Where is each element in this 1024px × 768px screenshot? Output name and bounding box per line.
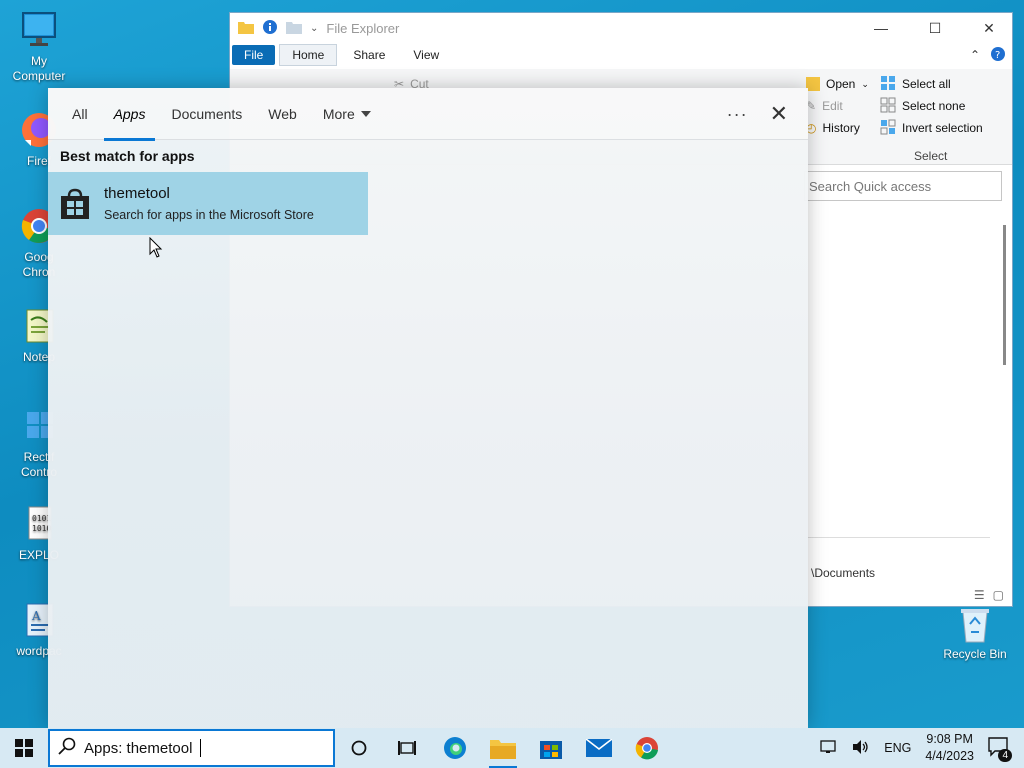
- search-actions: ··· ✕: [727, 88, 788, 140]
- edge-icon: [444, 737, 466, 759]
- chevron-down-icon: [360, 110, 371, 117]
- monitor-icon: [19, 10, 59, 50]
- store-bag-icon: [60, 188, 90, 220]
- qat-dropdown-icon[interactable]: ⌄: [310, 23, 318, 34]
- svg-text:?: ?: [995, 50, 1000, 61]
- open-folder-icon: [806, 77, 820, 91]
- svg-text:A: A: [31, 609, 41, 623]
- taskbar-mail[interactable]: [575, 728, 623, 768]
- notification-count-badge: 4: [998, 748, 1012, 762]
- maximize-button[interactable]: ☐: [912, 13, 958, 43]
- cortana-icon: [351, 740, 367, 756]
- taskbar-search-box[interactable]: Apps: themetool: [48, 729, 335, 767]
- explorer-scrollbar[interactable]: [1003, 225, 1006, 365]
- details-divider: [808, 537, 990, 538]
- mouse-cursor-icon: [149, 236, 163, 262]
- tab-documents[interactable]: Documents: [161, 88, 252, 140]
- desktop-icon-label: My Computer: [12, 54, 66, 83]
- store-icon: [540, 741, 562, 759]
- cortana-button[interactable]: [335, 728, 383, 768]
- close-search-button[interactable]: ✕: [770, 103, 788, 125]
- text-caret: [200, 739, 202, 757]
- recycle-bin-label: Recycle Bin: [943, 647, 1007, 661]
- close-button[interactable]: ✕: [966, 13, 1012, 43]
- notifications-button[interactable]: 4: [988, 736, 1012, 762]
- invert-selection-button[interactable]: Invert selection: [880, 117, 983, 139]
- desktop-icon-my-computer[interactable]: My Computer: [4, 10, 74, 84]
- search-flyout: All Apps Documents Web More ··· ✕ Best m…: [48, 88, 808, 728]
- path-text: \Documents: [811, 566, 876, 580]
- taskbar: Apps: themetool ENG 9:08 PM 4/4/2023 4: [0, 728, 1024, 768]
- network-icon[interactable]: [820, 739, 838, 758]
- best-match-result[interactable]: themetool Search for apps in the Microso…: [48, 172, 368, 235]
- ribbon-collapse-icon[interactable]: ⌃: [970, 48, 980, 62]
- ribbon-tabs: File Home Share View ⌃ ?: [230, 43, 1012, 67]
- tab-share[interactable]: Share: [341, 45, 397, 65]
- tab-home[interactable]: Home: [279, 44, 338, 66]
- tab-more[interactable]: More: [313, 88, 381, 140]
- folder-icon: [238, 20, 254, 37]
- task-view-icon: [398, 741, 416, 755]
- chrome-icon: [635, 737, 658, 760]
- clock[interactable]: 9:08 PM 4/4/2023: [925, 731, 974, 765]
- clock-date: 4/4/2023: [925, 749, 974, 763]
- task-view-button[interactable]: [383, 728, 431, 768]
- properties-icon[interactable]: [262, 19, 278, 38]
- windows-logo-icon: [15, 739, 33, 757]
- volume-icon[interactable]: [852, 739, 870, 758]
- result-title: themetool: [104, 185, 170, 202]
- best-match-heading: Best match for apps: [60, 148, 195, 164]
- window-title: File Explorer: [326, 20, 400, 36]
- help-icon[interactable]: ?: [990, 46, 1006, 65]
- search-query-text: Apps: themetool: [84, 739, 193, 757]
- tab-file[interactable]: File: [232, 45, 276, 65]
- taskbar-edge[interactable]: [431, 728, 479, 768]
- invert-selection-icon: [880, 119, 896, 138]
- history-button[interactable]: ◴ History: [806, 117, 869, 139]
- select-group: Select all Select none Invert selection …: [880, 73, 983, 163]
- start-button[interactable]: [0, 728, 48, 768]
- select-none-button[interactable]: Select none: [880, 95, 983, 117]
- tab-web[interactable]: Web: [258, 88, 307, 140]
- select-all-button[interactable]: Select all: [880, 73, 983, 95]
- result-subtitle: Search for apps in the Microsoft Store: [104, 208, 314, 222]
- taskbar-chrome[interactable]: [623, 728, 671, 768]
- view-toggle-group: ☰ ▢: [974, 588, 1004, 602]
- search-filter-tabs: All Apps Documents Web More ··· ✕: [48, 88, 808, 141]
- more-options-icon[interactable]: ···: [727, 104, 748, 125]
- large-icons-view-icon[interactable]: ▢: [993, 588, 1004, 602]
- quick-access-search-input[interactable]: Search Quick access: [804, 171, 1002, 201]
- edit-button[interactable]: ✎ Edit: [806, 95, 869, 117]
- explorer-title-bar: ⌄ File Explorer — ☐ ✕: [230, 13, 1012, 43]
- clock-time: 9:08 PM: [926, 732, 973, 746]
- taskbar-store[interactable]: [527, 728, 575, 768]
- system-tray: ENG 9:08 PM 4/4/2023 4: [820, 731, 1024, 765]
- file-explorer-icon: [490, 740, 516, 759]
- minimize-button[interactable]: —: [858, 13, 904, 43]
- mail-icon: [586, 739, 612, 757]
- taskbar-file-explorer[interactable]: [479, 728, 527, 768]
- select-none-icon: [880, 97, 896, 116]
- desktop-icon-recycle-bin[interactable]: Recycle Bin: [938, 606, 1012, 662]
- new-folder-icon[interactable]: [286, 20, 302, 37]
- open-group: Open⌄ ✎ Edit ◴ History en: [806, 73, 869, 201]
- details-view-icon[interactable]: ☰: [974, 588, 985, 602]
- language-indicator[interactable]: ENG: [884, 741, 911, 755]
- recycle-bin-icon: [961, 609, 989, 643]
- open-button[interactable]: Open ⌄: [806, 73, 869, 95]
- tab-view[interactable]: View: [401, 45, 451, 65]
- tab-all[interactable]: All: [62, 88, 98, 140]
- tab-more-label: More: [322, 105, 355, 122]
- search-icon: [58, 737, 76, 759]
- tab-apps[interactable]: Apps: [103, 88, 156, 141]
- select-group-caption: Select: [914, 149, 948, 163]
- select-all-icon: [880, 75, 896, 94]
